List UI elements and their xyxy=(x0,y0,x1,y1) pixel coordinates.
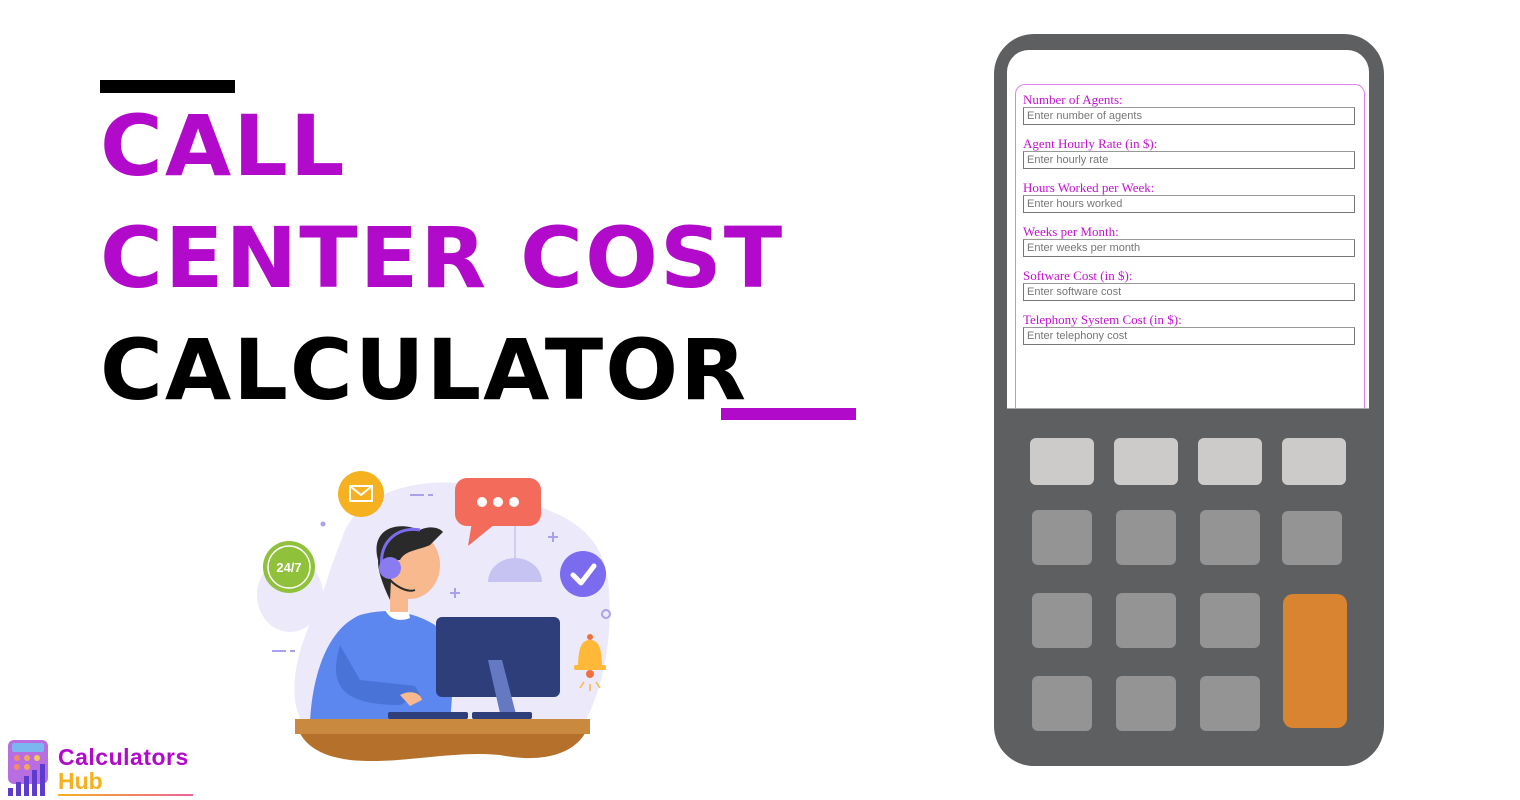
input-telephony-cost[interactable] xyxy=(1023,327,1355,345)
calculator-key[interactable] xyxy=(1282,511,1342,565)
calculator-screen: Number of Agents: Agent Hourly Rate (in … xyxy=(1007,50,1369,409)
calculator-device: Number of Agents: Agent Hourly Rate (in … xyxy=(994,34,1384,766)
title-underline-bar xyxy=(721,408,856,420)
calculator-key[interactable] xyxy=(1116,593,1176,648)
calculator-key[interactable] xyxy=(1200,676,1260,731)
cost-form: Number of Agents: Agent Hourly Rate (in … xyxy=(1015,84,1365,408)
logo-underline xyxy=(58,794,193,796)
calculator-key[interactable] xyxy=(1198,438,1262,485)
page-title-line-3: CALCULATOR xyxy=(100,321,749,419)
logo-text-calculators: Calculators xyxy=(58,744,189,770)
calculator-key[interactable] xyxy=(1282,438,1346,485)
label-weeks-per-month: Weeks per Month: xyxy=(1023,224,1119,239)
input-agent-hourly-rate[interactable] xyxy=(1023,151,1355,169)
calculator-equals-key[interactable] xyxy=(1283,594,1347,728)
calculator-key[interactable] xyxy=(1200,510,1260,565)
calculator-key[interactable] xyxy=(1200,593,1260,648)
calculator-key[interactable] xyxy=(1032,676,1092,731)
badge-24-7: 24/7 xyxy=(276,560,301,575)
label-software-cost: Software Cost (in $): xyxy=(1023,268,1133,283)
label-telephony-cost: Telephony System Cost (in $): xyxy=(1023,312,1182,327)
calculator-key[interactable] xyxy=(1030,438,1094,485)
calculator-key[interactable] xyxy=(1116,676,1176,731)
field-agent-hourly-rate: Agent Hourly Rate (in $): xyxy=(1023,137,1356,169)
input-number-of-agents[interactable] xyxy=(1023,107,1355,125)
page-title-line-1: CALL xyxy=(100,97,347,195)
calculator-key[interactable] xyxy=(1116,510,1176,565)
field-number-of-agents: Number of Agents: xyxy=(1023,93,1356,125)
logo-text-hub: Hub xyxy=(58,768,103,794)
field-hours-worked: Hours Worked per Week: xyxy=(1023,181,1356,213)
calculator-key[interactable] xyxy=(1032,593,1092,648)
call-center-agent-illustration: 24/7 Path xyxy=(250,460,630,770)
title-top-bar xyxy=(100,80,235,93)
input-weeks-per-month[interactable] xyxy=(1023,239,1355,257)
input-hours-worked[interactable] xyxy=(1023,195,1355,213)
checkmark-icon xyxy=(560,551,606,597)
calculators-hub-logo[interactable]: Calculators Hub xyxy=(6,738,196,798)
envelope-icon xyxy=(338,471,384,517)
field-telephony-cost: Telephony System Cost (in $): xyxy=(1023,313,1356,345)
label-hours-worked: Hours Worked per Week: xyxy=(1023,180,1155,195)
page-title-line-2: CENTER COST xyxy=(100,209,785,307)
label-agent-hourly-rate: Agent Hourly Rate (in $): xyxy=(1023,136,1158,151)
calculator-logo-icon xyxy=(8,740,48,796)
label-number-of-agents: Number of Agents: xyxy=(1023,92,1123,107)
field-software-cost: Software Cost (in $): xyxy=(1023,269,1356,301)
calculator-key[interactable] xyxy=(1032,510,1092,565)
field-weeks-per-month: Weeks per Month: xyxy=(1023,225,1356,257)
clock-icon: 24/7 xyxy=(263,541,315,593)
calculator-key[interactable] xyxy=(1114,438,1178,485)
input-software-cost[interactable] xyxy=(1023,283,1355,301)
